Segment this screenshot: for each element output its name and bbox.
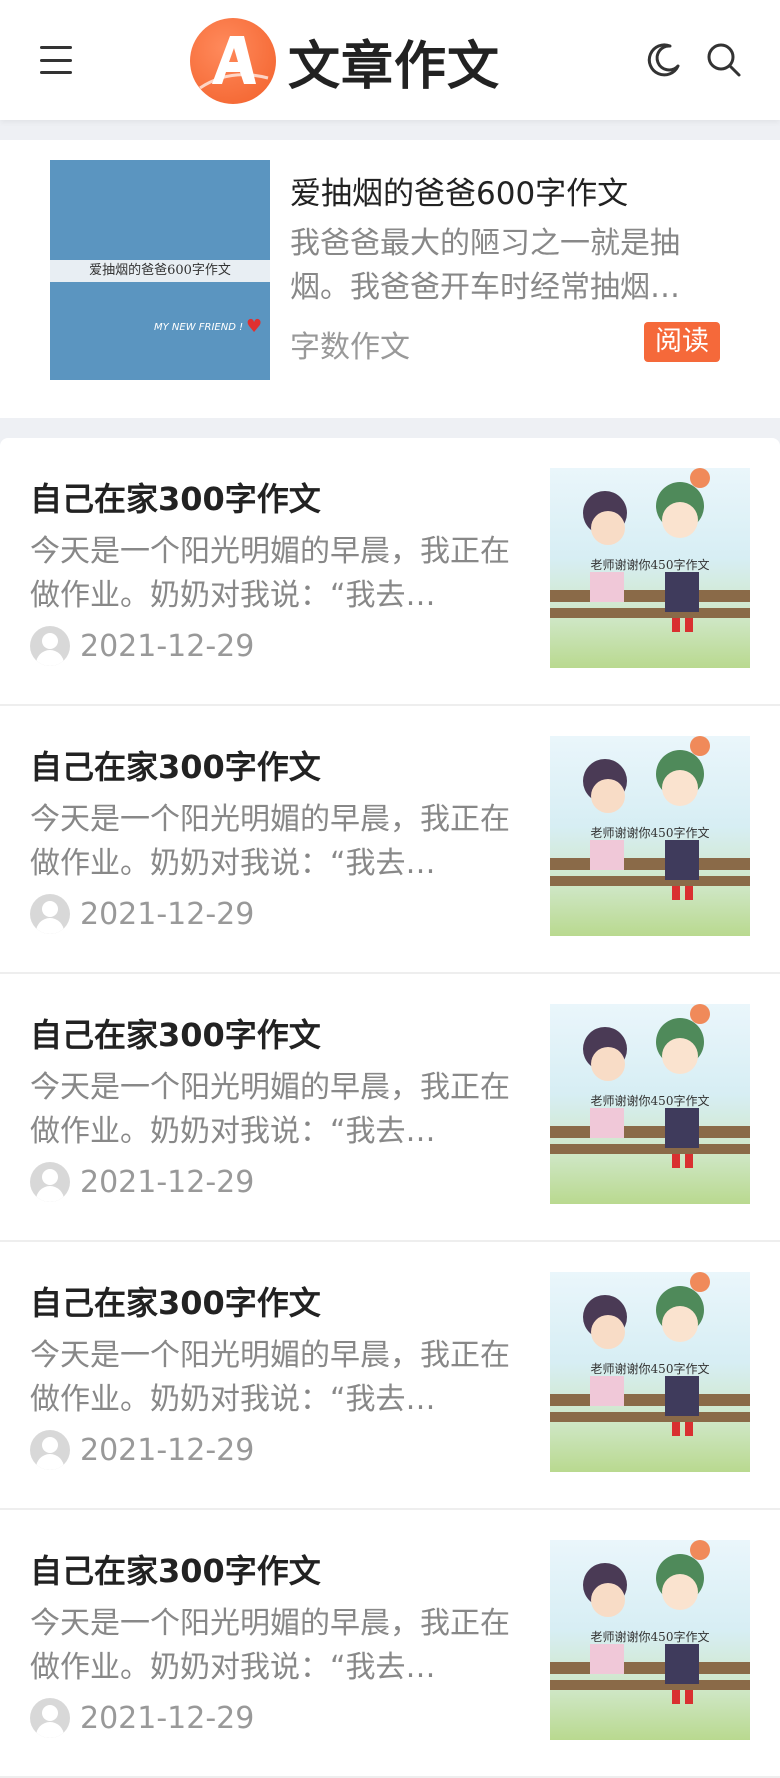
item-excerpt: 今天是一个阳光明媚的早晨，我正在做作业。奶奶对我说：“我去… (30, 534, 510, 613)
avatar-icon (30, 894, 70, 934)
item-thumbnail[interactable]: 老师谢谢你450字作文 (550, 736, 750, 936)
featured-category[interactable]: 字数作文 (290, 322, 410, 366)
site-logo[interactable]: 文章作文 (190, 18, 500, 104)
item-excerpt: 今天是一个阳光明媚的早晨，我正在做作业。奶奶对我说：“我去… (30, 1070, 510, 1149)
moon-icon[interactable] (644, 40, 684, 80)
thumbnail-caption: 爱抽烟的爸爸600字作文 (50, 260, 270, 282)
list-item[interactable]: 自己在家300字作文 今天是一个阳光明媚的早晨，我正在做作业。奶奶对我说：“我去… (0, 1242, 780, 1510)
thumbnail-caption: 老师谢谢你450字作文 (590, 826, 710, 840)
featured-title[interactable]: 爱抽烟的爸爸600字作文 (290, 168, 628, 213)
item-excerpt: 今天是一个阳光明媚的早晨，我正在做作业。奶奶对我说：“我去… (30, 1338, 510, 1417)
avatar-icon (30, 1698, 70, 1738)
avatar-icon (30, 1162, 70, 1202)
item-title[interactable]: 自己在家300字作文 (30, 1010, 321, 1056)
avatar-icon (30, 626, 70, 666)
item-title[interactable]: 自己在家300字作文 (30, 1546, 321, 1592)
item-excerpt: 今天是一个阳光明媚的早晨，我正在做作业。奶奶对我说：“我去… (30, 1606, 510, 1685)
top-header: 文章作文 (0, 0, 780, 120)
item-thumbnail[interactable]: 老师谢谢你450字作文 (550, 1004, 750, 1204)
read-button[interactable]: 阅读 (644, 322, 720, 362)
list-item[interactable]: 自己在家300字作文 今天是一个阳光明媚的早晨，我正在做作业。奶奶对我说：“我去… (0, 974, 780, 1242)
item-date: 2021-12-29 (80, 1164, 255, 1200)
heart-icon: ♥ (246, 316, 263, 337)
menu-icon[interactable] (38, 42, 74, 78)
thumbnail-caption: 老师谢谢你450字作文 (590, 1362, 710, 1376)
item-thumbnail[interactable]: 老师谢谢你450字作文 (550, 1272, 750, 1472)
item-date: 2021-12-29 (80, 896, 255, 932)
thumbnail-tagline: MY NEW FRIEND ! (154, 322, 244, 333)
item-thumbnail[interactable]: 老师谢谢你450字作文 (550, 1540, 750, 1740)
item-date: 2021-12-29 (80, 1432, 255, 1468)
list-item[interactable]: 自己在家300字作文 今天是一个阳光明媚的早晨，我正在做作业。奶奶对我说：“我去… (0, 1510, 780, 1778)
featured-article[interactable]: 爱抽烟的爸爸600字作文 MY NEW FRIEND ! ♥ 爱抽烟的爸爸600… (0, 140, 780, 418)
logo-a-icon (190, 18, 276, 104)
featured-excerpt: 我爸爸最大的陋习之一就是抽烟。我爸爸开车时经常抽烟… (290, 226, 680, 305)
item-title[interactable]: 自己在家300字作文 (30, 474, 321, 520)
logo-text: 文章作文 (288, 36, 501, 97)
item-excerpt: 今天是一个阳光明媚的早晨，我正在做作业。奶奶对我说：“我去… (30, 802, 510, 881)
search-icon[interactable] (704, 40, 744, 80)
item-meta: 2021-12-29 (30, 626, 254, 666)
item-title[interactable]: 自己在家300字作文 (30, 1278, 321, 1324)
thumbnail-caption: 老师谢谢你450字作文 (590, 558, 710, 572)
item-title[interactable]: 自己在家300字作文 (30, 742, 321, 788)
item-date: 2021-12-29 (80, 1700, 255, 1736)
list-item[interactable]: 自己在家300字作文 今天是一个阳光明媚的早晨，我正在做作业。奶奶对我说：“我去… (0, 706, 780, 974)
featured-thumbnail[interactable]: 爱抽烟的爸爸600字作文 MY NEW FRIEND ! ♥ (50, 160, 270, 380)
item-meta: 2021-12-29 (30, 894, 254, 934)
avatar-icon (30, 1430, 70, 1470)
item-thumbnail[interactable]: 老师谢谢你450字作文 (550, 468, 750, 668)
item-meta: 2021-12-29 (30, 1430, 254, 1470)
item-meta: 2021-12-29 (30, 1162, 254, 1202)
item-date: 2021-12-29 (80, 628, 255, 664)
thumbnail-caption: 老师谢谢你450字作文 (590, 1094, 710, 1108)
item-meta: 2021-12-29 (30, 1698, 254, 1738)
thumbnail-caption: 老师谢谢你450字作文 (590, 1630, 710, 1644)
article-list: 自己在家300字作文 今天是一个阳光明媚的早晨，我正在做作业。奶奶对我说：“我去… (0, 438, 780, 1778)
list-item[interactable]: 自己在家300字作文 今天是一个阳光明媚的早晨，我正在做作业。奶奶对我说：“我去… (0, 438, 780, 706)
